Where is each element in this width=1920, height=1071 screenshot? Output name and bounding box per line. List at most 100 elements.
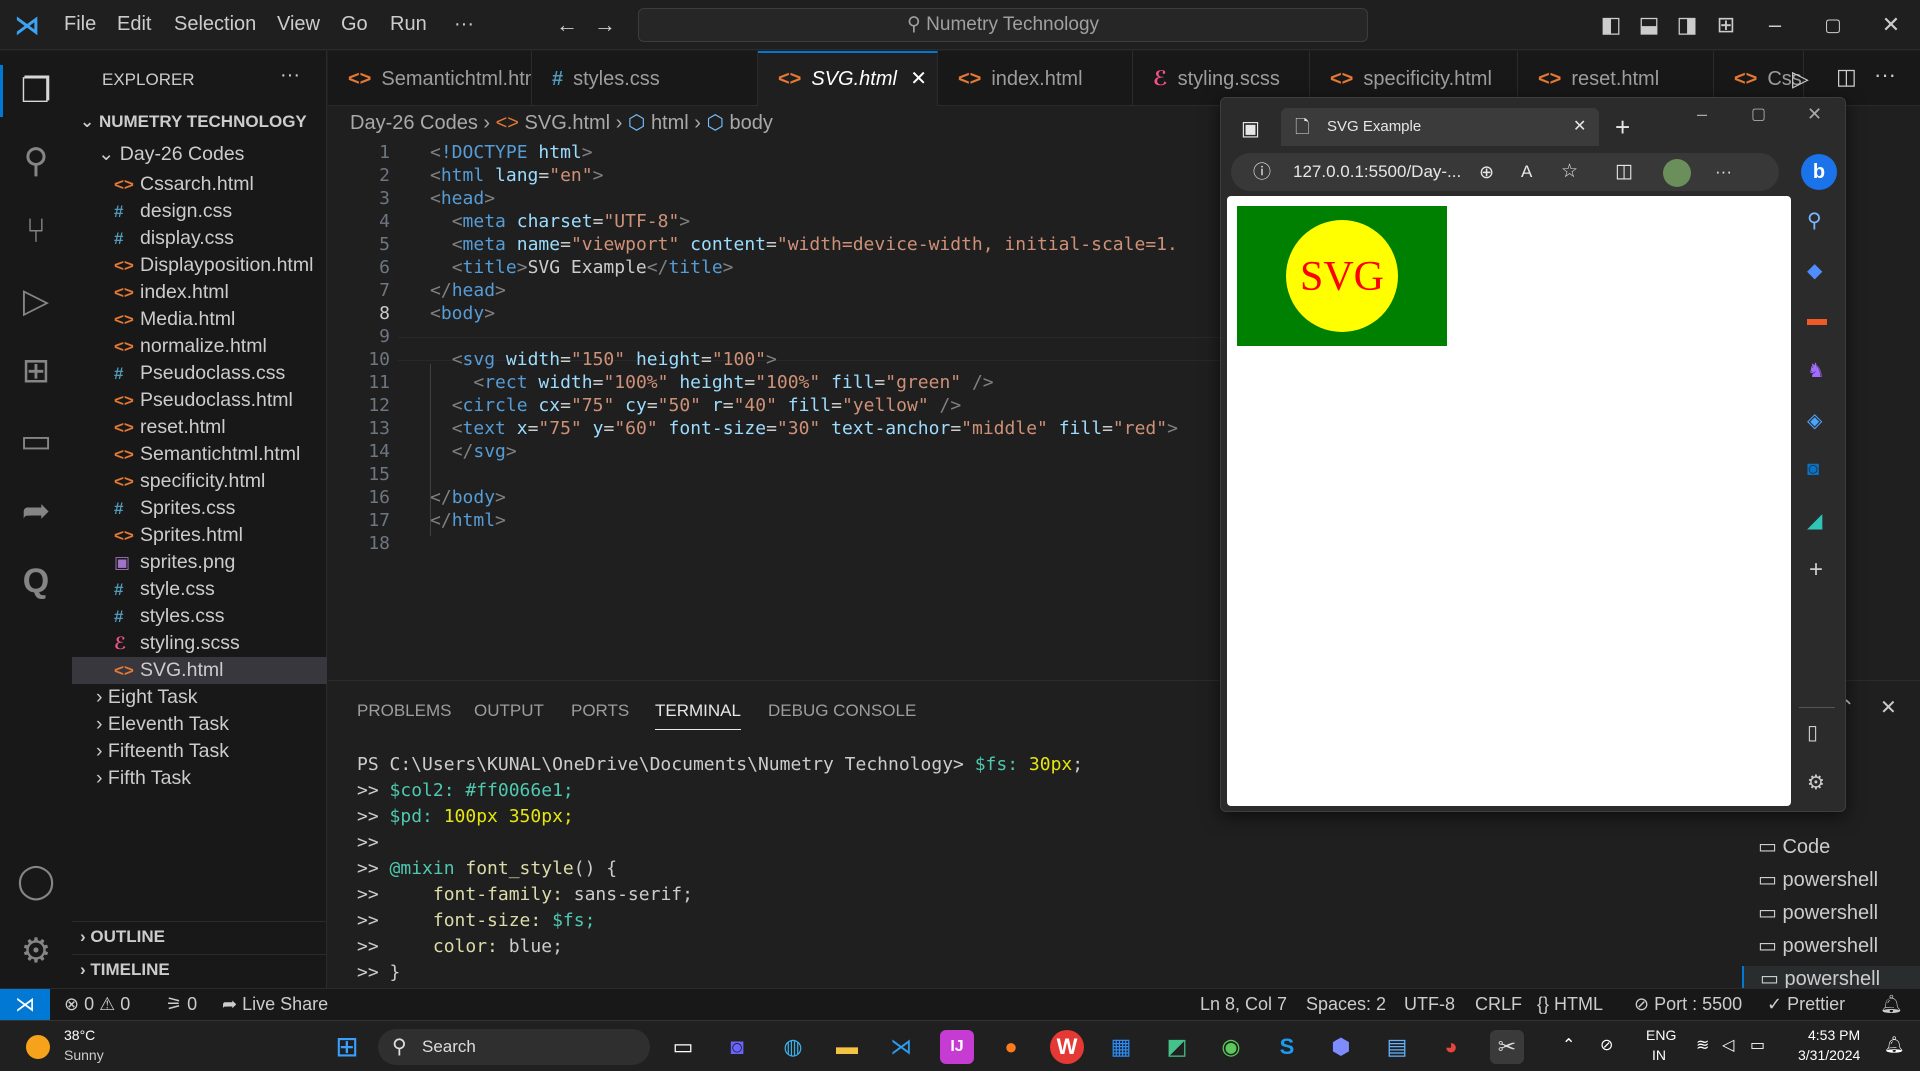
photos-icon[interactable]: ◩ <box>1160 1030 1194 1064</box>
run-file-icon[interactable]: ▷ <box>1792 66 1809 92</box>
explorer-folder-item[interactable]: › Eight Task <box>96 684 198 711</box>
new-tab-icon[interactable]: + <box>1615 112 1630 143</box>
tab-terminal[interactable]: TERMINAL <box>655 701 741 730</box>
live-share-status[interactable]: ➦ Live Share <box>222 994 328 1015</box>
breadcrumb-file[interactable]: SVG.html <box>525 112 611 134</box>
close-window-icon[interactable]: ✕ <box>1878 12 1904 38</box>
encoding[interactable]: UTF-8 <box>1404 994 1455 1015</box>
workspace-root[interactable]: ⌄ NUMETRY TECHNOLOGY <box>80 105 307 138</box>
read-aloud-icon[interactable]: A <box>1521 153 1532 191</box>
menu-view[interactable]: View <box>277 13 320 36</box>
microsoft365-icon[interactable]: ◈ <box>1807 408 1822 433</box>
drop-icon[interactable]: ◢ <box>1807 508 1822 533</box>
language-mode[interactable]: {} HTML <box>1537 994 1603 1015</box>
tab-ports[interactable]: PORTS <box>571 701 629 721</box>
clock-date[interactable]: 3/31/2024 <box>1798 1047 1860 1063</box>
tab-actions-icon[interactable]: ▣ <box>1241 116 1260 141</box>
terminal-instance[interactable]: ▭ powershell <box>1758 900 1878 925</box>
breadcrumb-folder[interactable]: Day-26 Codes <box>350 112 478 134</box>
search-icon[interactable]: ⚲ <box>1807 208 1822 233</box>
notepad-icon[interactable]: ▤ <box>1380 1030 1414 1064</box>
volume-icon[interactable]: ◁ <box>1722 1035 1734 1055</box>
command-center-search[interactable]: ⚲ Numetry Technology <box>638 8 1368 42</box>
toggle-secondary-sidebar-icon[interactable]: ◨ <box>1674 12 1700 38</box>
edge-icon[interactable]: ◍ <box>776 1030 810 1064</box>
run-debug-icon[interactable]: ▷ <box>14 279 58 323</box>
live-server-port[interactable]: ⊘ Port : 5500 <box>1634 994 1742 1015</box>
explorer-file-item[interactable]: <> Displayposition.html <box>72 252 327 279</box>
explorer-folder-item[interactable]: › Fifteenth Task <box>96 738 229 765</box>
whatsapp-like-icon[interactable]: ◉ <box>1214 1030 1248 1064</box>
breadcrumb-html[interactable]: html <box>651 112 689 134</box>
explorer-icon[interactable]: ❐ <box>14 69 58 113</box>
vscode-taskbar-icon[interactable]: ⋊ <box>884 1030 918 1064</box>
explorer-more-icon[interactable]: ··· <box>280 59 300 92</box>
chrome-icon[interactable]: ◕ <box>1434 1030 1468 1064</box>
explorer-file-item[interactable]: <> Pseudoclass.html <box>72 387 327 414</box>
notification-center-icon[interactable]: 🔔︎ <box>1884 1035 1904 1055</box>
ports-count[interactable]: ⚞ 0 <box>166 994 197 1015</box>
close-tab-icon[interactable]: ✕ <box>1573 108 1586 146</box>
menu-edit[interactable]: Edit <box>117 13 151 36</box>
editor-tab[interactable]: <> index.html <box>938 51 1133 106</box>
timeline-section[interactable]: › TIMELINE <box>80 955 170 985</box>
extensions-icon[interactable]: ⊞ <box>14 349 58 393</box>
explorer-file-item[interactable]: # styles.css <box>72 603 327 630</box>
editor-tab[interactable]: <> Semantichtml.html <box>328 51 532 106</box>
add-sidebar-app-icon[interactable]: + <box>1809 556 1823 584</box>
minimize-icon[interactable]: – <box>1762 12 1788 38</box>
forward-arrow-icon[interactable]: → <box>592 12 618 38</box>
browser-menu-icon[interactable]: ··· <box>1715 153 1732 191</box>
back-arrow-icon[interactable]: ← <box>554 12 580 38</box>
outlook-icon[interactable]: ◙ <box>1807 458 1819 481</box>
search-icon[interactable]: ⚲ <box>14 139 58 183</box>
live-share-icon[interactable]: ➦ <box>14 489 58 533</box>
explorer-file-item[interactable]: <> SVG.html <box>72 657 327 684</box>
intellij-icon[interactable]: IJ <box>940 1030 974 1064</box>
explorer-file-item[interactable]: <> normalize.html <box>72 333 327 360</box>
explorer-file-item[interactable]: <> Sprites.html <box>72 522 327 549</box>
tools-icon[interactable]: ▬ <box>1807 308 1827 331</box>
explorer-file-item[interactable]: # design.css <box>72 198 327 225</box>
browser-tab[interactable]: 🗋 SVG Example ✕ <box>1281 108 1599 146</box>
close-tab-icon[interactable]: ✕ <box>910 53 927 105</box>
notifications-bell-icon[interactable]: 🔔︎ <box>1880 994 1903 1015</box>
explorer-file-item[interactable]: # display.css <box>72 225 327 252</box>
explorer-file-item[interactable]: # Pseudoclass.css <box>72 360 327 387</box>
tray-overflow-icon[interactable]: ⌃ <box>1562 1035 1575 1055</box>
firefox-icon[interactable]: ● <box>994 1030 1028 1064</box>
games-icon[interactable]: ♞ <box>1807 358 1825 383</box>
explorer-file-item[interactable]: <> specificity.html <box>72 468 327 495</box>
browser-close-icon[interactable]: ✕ <box>1807 104 1822 125</box>
terminal-instance[interactable]: ▭ powershell <box>1758 933 1878 958</box>
wifi-icon[interactable]: ≋ <box>1696 1035 1709 1055</box>
prettier-status[interactable]: ✓ Prettier <box>1767 994 1845 1015</box>
quokka-icon[interactable]: Q <box>14 559 58 603</box>
menu-run[interactable]: Run <box>390 13 427 36</box>
explorer-file-item[interactable]: # style.css <box>72 576 327 603</box>
zoom-icon[interactable]: ⊕ <box>1479 153 1494 191</box>
remote-indicator-icon[interactable]: ⋊ <box>0 989 50 1021</box>
maximize-icon[interactable]: ▢ <box>1820 12 1846 38</box>
split-editor-icon[interactable]: ◫ <box>1836 64 1857 90</box>
profile-avatar[interactable] <box>1663 159 1691 187</box>
explorer-file-item[interactable]: <> Media.html <box>72 306 327 333</box>
settings-gear-icon[interactable]: ⚙ <box>14 929 58 973</box>
outline-section[interactable]: › OUTLINE <box>80 922 165 952</box>
network-off-icon[interactable]: ⊘ <box>1600 1035 1613 1055</box>
tab-debug-console[interactable]: DEBUG CONSOLE <box>768 701 916 721</box>
taskbar-search[interactable]: ⚲ Search <box>378 1029 650 1065</box>
wps-icon[interactable]: W <box>1050 1030 1084 1064</box>
problems-count[interactable]: ⊗ 0 ⚠ 0 <box>64 994 130 1015</box>
weather-temp[interactable]: 38°C <box>64 1027 95 1043</box>
explorer-file-item[interactable]: <> index.html <box>72 279 327 306</box>
weather-desc[interactable]: Sunny <box>64 1047 104 1063</box>
tab-output[interactable]: OUTPUT <box>474 701 544 721</box>
terminal-instance[interactable]: ▭ Code <box>1758 834 1830 859</box>
favorite-star-icon[interactable]: ☆ <box>1561 153 1578 191</box>
copilot-icon[interactable]: b <box>1801 154 1837 190</box>
browser-minimize-icon[interactable]: – <box>1697 104 1707 125</box>
browser-maximize-icon[interactable]: ▢ <box>1751 104 1766 124</box>
menu-selection[interactable]: Selection <box>174 13 256 36</box>
shopping-tag-icon[interactable]: ◆ <box>1807 258 1822 283</box>
